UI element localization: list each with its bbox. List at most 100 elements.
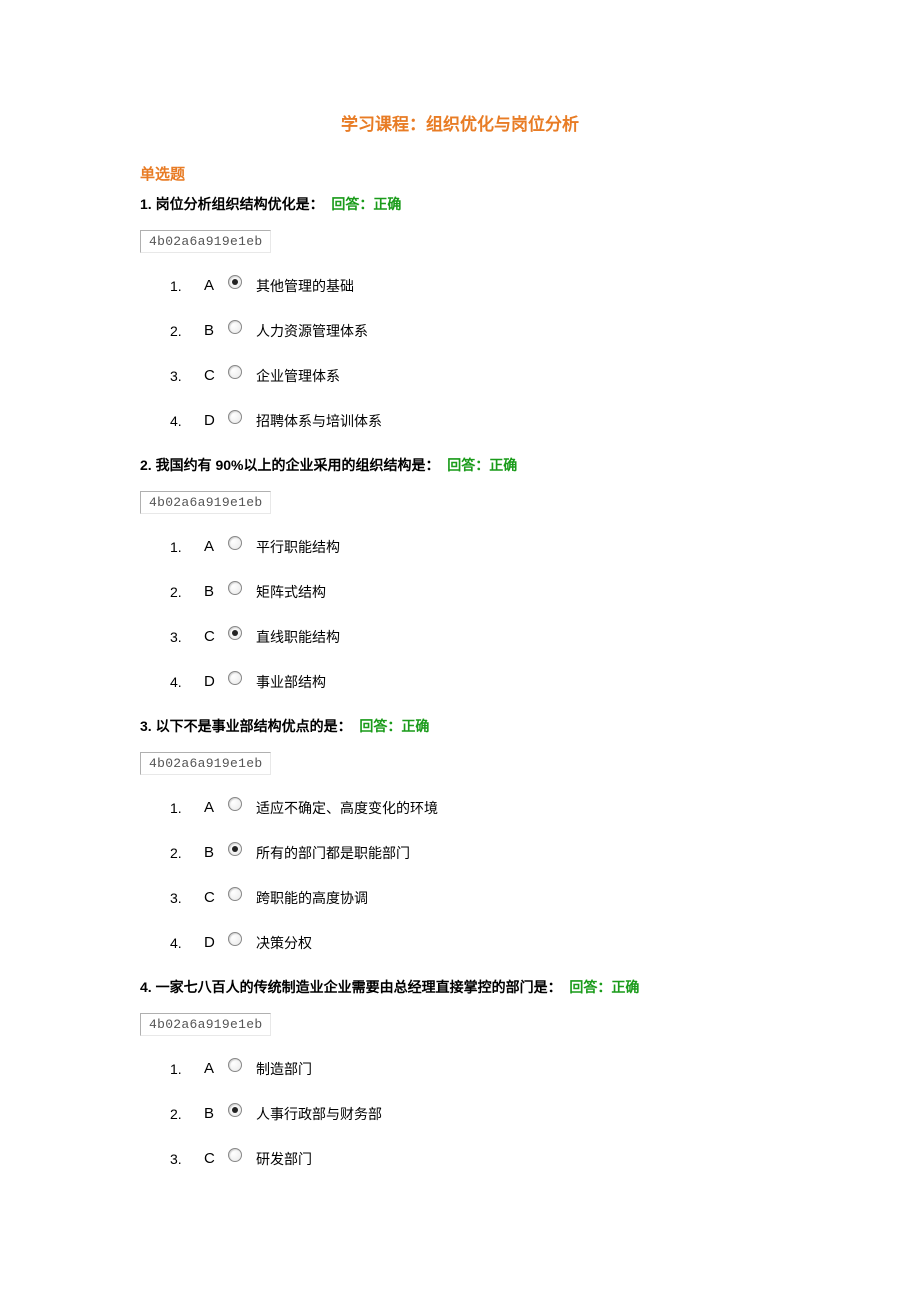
option-letter: A bbox=[204, 799, 228, 816]
code-token: 4b02a6a919e1eb bbox=[140, 1013, 271, 1036]
question-stem: 1. 岗位分析组织结构优化是： 回答：正确 bbox=[140, 194, 780, 214]
answer-prefix: 回答： bbox=[569, 979, 611, 995]
answer-label: 回答：正确 bbox=[569, 979, 639, 995]
option-row: 4.D 决策分权 bbox=[170, 932, 780, 953]
radio-button[interactable] bbox=[228, 581, 242, 595]
radio-wrap bbox=[228, 842, 256, 859]
question-block: 2. 我国约有 90%以上的企业采用的组织结构是： 回答：正确 4b02a6a91… bbox=[140, 455, 780, 692]
option-letter: A bbox=[204, 1060, 228, 1077]
option-index: 3. bbox=[170, 368, 204, 384]
radio-wrap bbox=[228, 320, 256, 337]
answer-prefix: 回答： bbox=[359, 718, 401, 734]
radio-button[interactable] bbox=[228, 410, 242, 424]
option-row: 2.B 人力资源管理体系 bbox=[170, 320, 780, 341]
section-header: 单选题 bbox=[140, 163, 780, 184]
option-index: 3. bbox=[170, 1151, 204, 1167]
option-text: 矩阵式结构 bbox=[256, 581, 326, 602]
question-number: 4. bbox=[140, 979, 152, 995]
radio-button[interactable] bbox=[228, 365, 242, 379]
radio-wrap bbox=[228, 797, 256, 814]
radio-wrap bbox=[228, 365, 256, 382]
radio-wrap bbox=[228, 1103, 256, 1120]
question-number: 1. bbox=[140, 196, 152, 212]
answer-label: 回答：正确 bbox=[359, 718, 429, 734]
radio-button[interactable] bbox=[228, 320, 242, 334]
option-index: 1. bbox=[170, 278, 204, 294]
option-row: 2.B矩阵式结构 bbox=[170, 581, 780, 602]
radio-button[interactable] bbox=[228, 887, 242, 901]
radio-wrap bbox=[228, 932, 256, 949]
option-list: 1.A适应不确定、高度变化的环境2.B所有的部门都是职能部门3.C跨职能的高度协… bbox=[170, 797, 780, 953]
radio-button[interactable] bbox=[228, 932, 242, 946]
course-title: 学习课程：组织优化与岗位分析 bbox=[140, 110, 780, 135]
document-page: 学习课程：组织优化与岗位分析 单选题 1. 岗位分析组织结构优化是： 回答：正确… bbox=[0, 0, 920, 1233]
radio-button[interactable] bbox=[228, 842, 242, 856]
option-index: 1. bbox=[170, 1061, 204, 1077]
answer-prefix: 回答： bbox=[331, 196, 373, 212]
option-letter: B bbox=[204, 322, 228, 339]
question-stem: 2. 我国约有 90%以上的企业采用的组织结构是： 回答：正确 bbox=[140, 455, 780, 475]
radio-wrap bbox=[228, 1148, 256, 1165]
option-text: 其他管理的基础 bbox=[256, 275, 354, 296]
radio-button[interactable] bbox=[228, 536, 242, 550]
question-number: 2. bbox=[140, 457, 152, 473]
answer-value: 正确 bbox=[489, 457, 517, 473]
option-index: 2. bbox=[170, 323, 204, 339]
option-index: 1. bbox=[170, 800, 204, 816]
option-text: 决策分权 bbox=[256, 932, 312, 953]
option-row: 2.B人事行政部与财务部 bbox=[170, 1103, 780, 1124]
option-text: 招聘体系与培训体系 bbox=[256, 410, 382, 431]
option-text: 事业部结构 bbox=[256, 671, 326, 692]
option-row: 1.A 制造部门 bbox=[170, 1058, 780, 1079]
radio-button[interactable] bbox=[228, 1103, 242, 1117]
option-row: 3.C研发部门 bbox=[170, 1148, 780, 1169]
option-text: 平行职能结构 bbox=[256, 536, 340, 557]
option-text: 人力资源管理体系 bbox=[256, 320, 368, 341]
option-index: 1. bbox=[170, 539, 204, 555]
radio-button[interactable] bbox=[228, 671, 242, 685]
question-stem: 3. 以下不是事业部结构优点的是： 回答：正确 bbox=[140, 716, 780, 736]
radio-wrap bbox=[228, 887, 256, 904]
option-list: 1.A 制造部门 2.B人事行政部与财务部 3.C研发部门 bbox=[170, 1058, 780, 1169]
radio-wrap bbox=[228, 581, 256, 598]
option-row: 4.D招聘体系与培训体系 bbox=[170, 410, 780, 431]
answer-label: 回答：正确 bbox=[331, 196, 401, 212]
code-token: 4b02a6a919e1eb bbox=[140, 491, 271, 514]
radio-button[interactable] bbox=[228, 1148, 242, 1162]
answer-value: 正确 bbox=[401, 718, 429, 734]
option-index: 3. bbox=[170, 890, 204, 906]
option-row: 4.D事业部结构 bbox=[170, 671, 780, 692]
option-letter: B bbox=[204, 583, 228, 600]
option-letter: A bbox=[204, 277, 228, 294]
radio-wrap bbox=[228, 1058, 256, 1075]
option-letter: C bbox=[204, 367, 228, 384]
radio-button[interactable] bbox=[228, 1058, 242, 1072]
code-token: 4b02a6a919e1eb bbox=[140, 230, 271, 253]
option-row: 1.A 平行职能结构 bbox=[170, 536, 780, 557]
option-index: 4. bbox=[170, 935, 204, 951]
option-text: 所有的部门都是职能部门 bbox=[256, 842, 410, 863]
question-text: 岗位分析组织结构优化是： bbox=[156, 196, 324, 212]
option-letter: D bbox=[204, 934, 228, 951]
question-block: 3. 以下不是事业部结构优点的是： 回答：正确 4b02a6a919e1eb 1.A… bbox=[140, 716, 780, 953]
option-letter: B bbox=[204, 844, 228, 861]
radio-button[interactable] bbox=[228, 275, 242, 289]
option-letter: C bbox=[204, 628, 228, 645]
option-letter: D bbox=[204, 673, 228, 690]
question-block: 1. 岗位分析组织结构优化是： 回答：正确4b02a6a919e1eb1.A其他… bbox=[140, 194, 780, 431]
option-letter: D bbox=[204, 412, 228, 429]
radio-wrap bbox=[228, 275, 256, 292]
option-text: 直线职能结构 bbox=[256, 626, 340, 647]
option-letter: A bbox=[204, 538, 228, 555]
question-block: 4. 一家七八百人的传统制造业企业需要由总经理直接掌控的部门是： 回答：正确4b… bbox=[140, 977, 780, 1169]
answer-value: 正确 bbox=[373, 196, 401, 212]
radio-button[interactable] bbox=[228, 626, 242, 640]
radio-button[interactable] bbox=[228, 797, 242, 811]
radio-wrap bbox=[228, 626, 256, 643]
option-row: 3.C直线职能结构 bbox=[170, 626, 780, 647]
option-text: 人事行政部与财务部 bbox=[256, 1103, 382, 1124]
code-token: 4b02a6a919e1eb bbox=[140, 752, 271, 775]
option-text: 制造部门 bbox=[256, 1058, 312, 1079]
option-text: 研发部门 bbox=[256, 1148, 312, 1169]
question-list: 1. 岗位分析组织结构优化是： 回答：正确4b02a6a919e1eb1.A其他… bbox=[140, 194, 780, 1169]
